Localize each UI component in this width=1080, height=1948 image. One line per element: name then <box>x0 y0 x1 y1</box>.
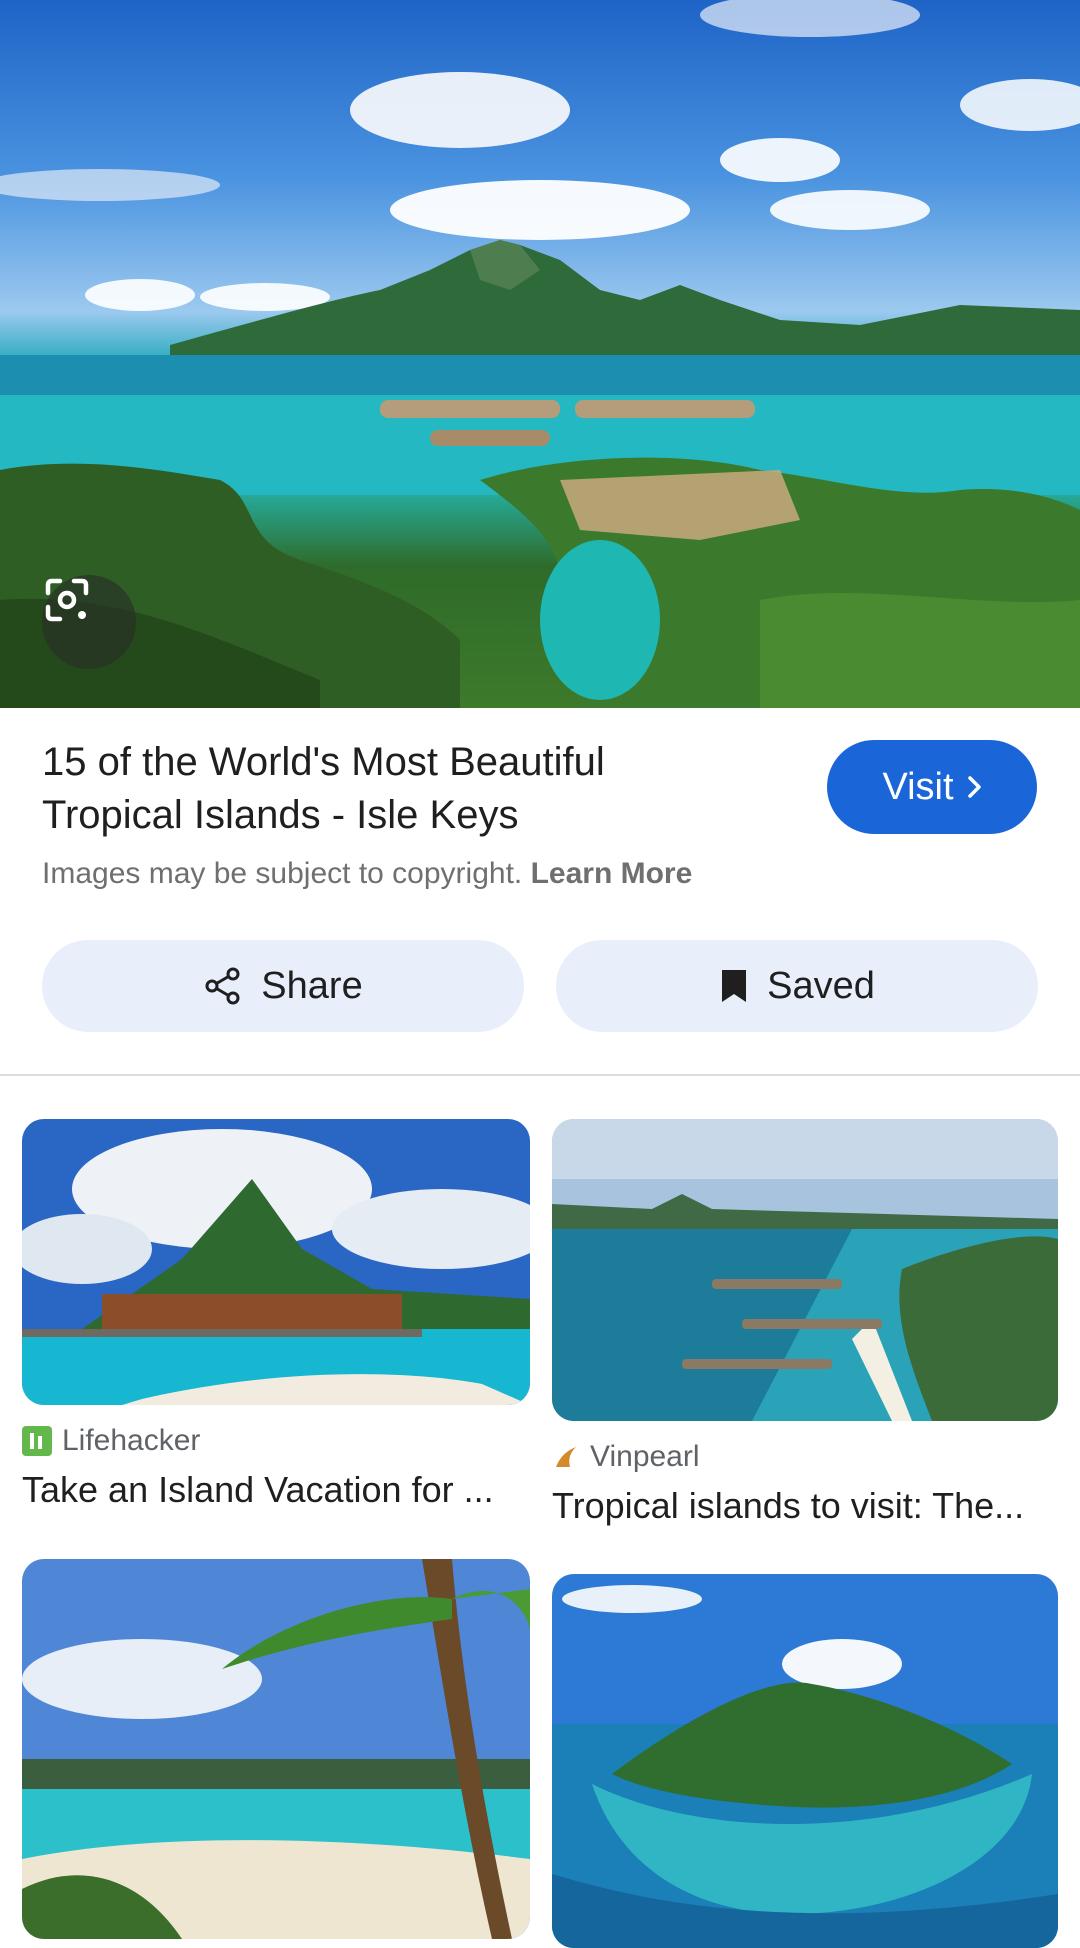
learn-more-link[interactable]: Learn More <box>531 857 693 890</box>
copyright-notice: Images may be subject to copyright. Lear… <box>42 857 692 891</box>
visit-label: Visit <box>882 765 954 808</box>
aerial-lagoon-photo <box>552 1119 1058 1421</box>
bungalows-photo <box>22 1119 530 1405</box>
lifehacker-favicon <box>22 1426 52 1456</box>
chevron-right-icon <box>967 776 981 798</box>
main-image[interactable] <box>0 0 1080 708</box>
related-image-4[interactable] <box>552 1574 1058 1948</box>
vinpearl-favicon <box>556 1447 576 1467</box>
source-name: Vinpearl <box>590 1440 700 1473</box>
google-lens-icon <box>45 578 89 622</box>
palm-beach-photo <box>22 1559 530 1939</box>
saved-label: Saved <box>767 964 875 1007</box>
section-divider <box>0 1074 1080 1076</box>
related-caption-2[interactable]: Tropical islands to visit: The... <box>552 1485 1032 1527</box>
bookmark-icon <box>722 970 747 1002</box>
aerial-island-photo <box>552 1574 1058 1948</box>
related-image-3[interactable] <box>22 1559 530 1939</box>
visit-button[interactable]: Visit <box>827 740 1037 834</box>
related-caption-1[interactable]: Take an Island Vacation for ... <box>22 1469 512 1511</box>
result-title[interactable]: 15 of the World's Most Beautiful Tropica… <box>42 736 682 842</box>
source-name: Lifehacker <box>62 1424 201 1457</box>
tropical-island-photo <box>0 0 1080 708</box>
google-lens-button[interactable] <box>42 575 136 669</box>
source-vinpearl[interactable]: Vinpearl <box>552 1440 700 1474</box>
share-label: Share <box>261 964 363 1007</box>
copyright-text: Images may be subject to copyright. <box>42 857 523 890</box>
saved-button[interactable]: Saved <box>556 940 1038 1032</box>
share-button[interactable]: Share <box>42 940 524 1032</box>
related-image-2[interactable] <box>552 1119 1058 1421</box>
source-lifehacker[interactable]: Lifehacker <box>22 1424 200 1458</box>
related-image-1[interactable] <box>22 1119 530 1405</box>
share-icon <box>205 967 240 1005</box>
